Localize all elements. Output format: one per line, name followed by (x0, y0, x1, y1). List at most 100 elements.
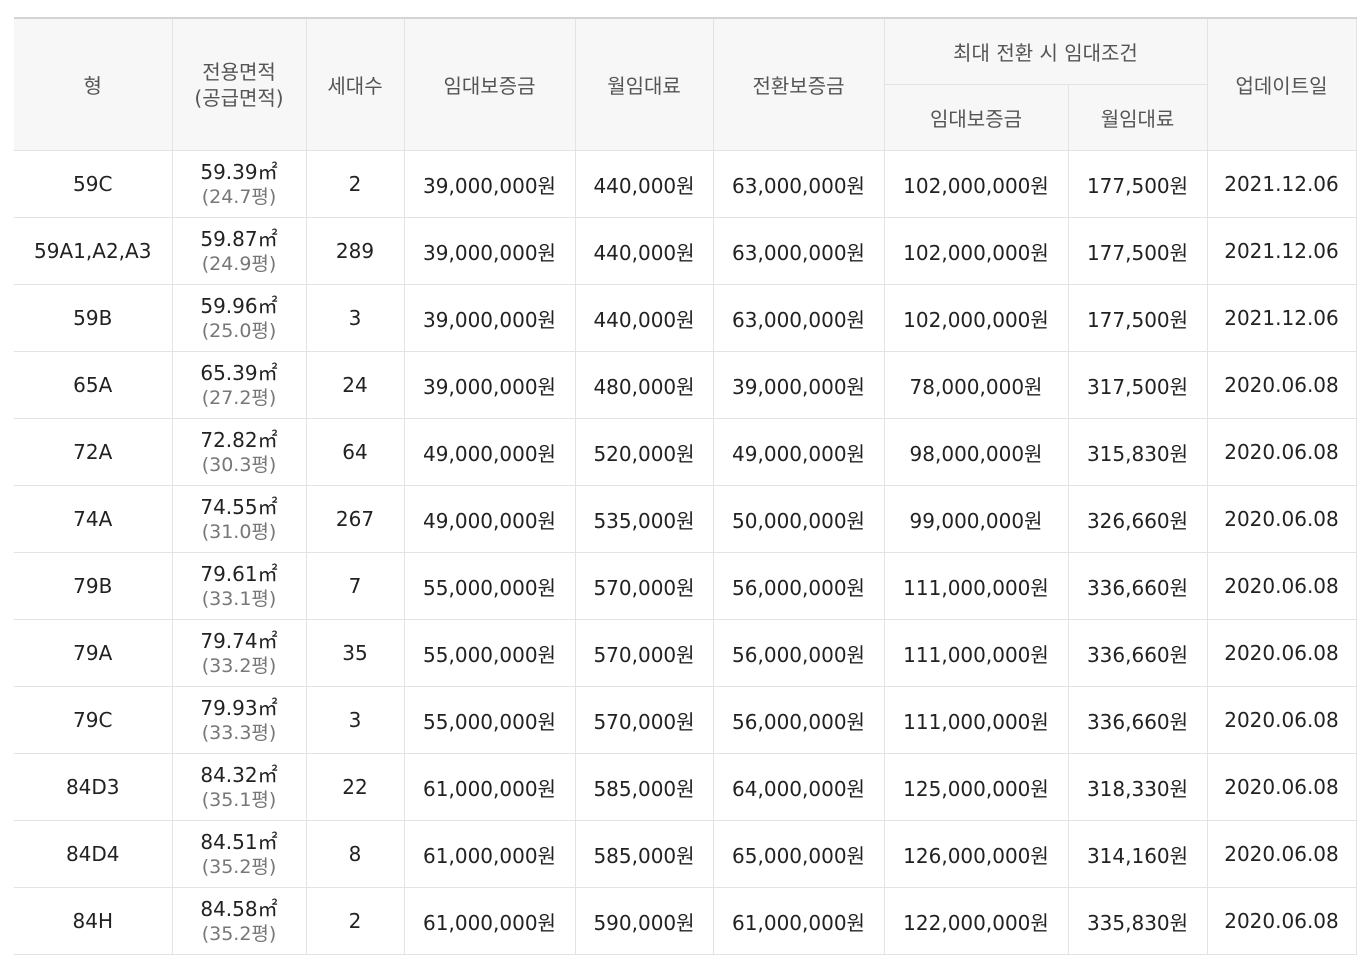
cell-deposit: 55,000,000원 (403, 619, 576, 687)
cell-max-monthly-rent: 314,160원 (1067, 820, 1208, 888)
cell-area: 79.74㎡ (33.2평) (171, 619, 307, 687)
cell-area: 59.87㎡ (24.9평) (171, 217, 307, 285)
area-pyeong: (24.7평) (201, 186, 277, 208)
cell-max-deposit: 102,000,000원 (883, 284, 1069, 352)
header-households: 세대수 (305, 17, 405, 151)
area-sqm: 65.39㎡ (200, 361, 278, 385)
cell-updated: 2020.06.08 (1206, 619, 1357, 687)
table-header: 형 전용면적 (공급면적) 세대수 임대보증금 월임대료 전환보증금 최대 전환… (14, 17, 1357, 151)
cell-households: 22 (305, 753, 405, 821)
table-row: 79A 79.74㎡ (33.2평) 35 55,000,000원 570,000원 56,… (14, 619, 1357, 687)
area-pyeong: (27.2평) (201, 387, 277, 409)
cell-deposit: 61,000,000원 (403, 820, 576, 888)
cell-type: 79B (14, 552, 173, 620)
cell-max-monthly-rent: 177,500원 (1067, 284, 1208, 352)
cell-max-deposit: 111,000,000원 (883, 552, 1069, 620)
cell-deposit: 61,000,000원 (403, 753, 576, 821)
cell-type: 74A (14, 485, 173, 553)
cell-max-deposit: 78,000,000원 (883, 351, 1069, 419)
cell-type: 79A (14, 619, 173, 687)
header-monthly-rent: 월임대료 (574, 17, 714, 151)
cell-max-monthly-rent: 336,660원 (1067, 686, 1208, 754)
cell-households: 267 (305, 485, 405, 553)
cell-households: 2 (305, 887, 405, 955)
area-sqm: 79.93㎡ (200, 696, 278, 720)
cell-conversion-deposit: 63,000,000원 (712, 284, 885, 352)
cell-conversion-deposit: 56,000,000원 (712, 686, 885, 754)
cell-monthly-rent: 590,000원 (574, 887, 714, 955)
header-area-line2: (공급면적) (194, 85, 284, 110)
cell-deposit: 55,000,000원 (403, 552, 576, 620)
cell-deposit: 49,000,000원 (403, 418, 576, 486)
cell-max-monthly-rent: 177,500원 (1067, 150, 1208, 218)
cell-deposit: 39,000,000원 (403, 351, 576, 419)
cell-updated: 2021.12.06 (1206, 217, 1357, 285)
table-row: 84H 84.58㎡ (35.2평) 2 61,000,000원 590,000원 61,0… (14, 887, 1357, 955)
cell-max-monthly-rent: 335,830원 (1067, 887, 1208, 955)
area-sqm: 74.55㎡ (200, 495, 278, 519)
cell-area: 84.51㎡ (35.2평) (171, 820, 307, 888)
cell-area: 65.39㎡ (27.2평) (171, 351, 307, 419)
cell-updated: 2020.06.08 (1206, 418, 1357, 486)
table-row: 59B 59.96㎡ (25.0평) 3 39,000,000원 440,000원 63,0… (14, 284, 1357, 352)
cell-type: 84D4 (14, 820, 173, 888)
cell-deposit: 39,000,000원 (403, 284, 576, 352)
cell-updated: 2020.06.08 (1206, 753, 1357, 821)
cell-conversion-deposit: 50,000,000원 (712, 485, 885, 553)
cell-type: 84D3 (14, 753, 173, 821)
cell-households: 3 (305, 686, 405, 754)
cell-updated: 2020.06.08 (1206, 686, 1357, 754)
area-pyeong: (35.2평) (201, 856, 277, 878)
cell-deposit: 55,000,000원 (403, 686, 576, 754)
cell-households: 64 (305, 418, 405, 486)
cell-households: 289 (305, 217, 405, 285)
table-row: 65A 65.39㎡ (27.2평) 24 39,000,000원 480,000원 39,… (14, 351, 1357, 419)
cell-max-deposit: 125,000,000원 (883, 753, 1069, 821)
area-pyeong: (33.2평) (201, 655, 277, 677)
cell-households: 2 (305, 150, 405, 218)
cell-max-monthly-rent: 326,660원 (1067, 485, 1208, 553)
cell-area: 84.58㎡ (35.2평) (171, 887, 307, 955)
cell-deposit: 61,000,000원 (403, 887, 576, 955)
cell-updated: 2020.06.08 (1206, 485, 1357, 553)
cell-conversion-deposit: 49,000,000원 (712, 418, 885, 486)
cell-area: 59.39㎡ (24.7평) (171, 150, 307, 218)
cell-area: 79.61㎡ (33.1평) (171, 552, 307, 620)
cell-conversion-deposit: 56,000,000원 (712, 552, 885, 620)
cell-households: 7 (305, 552, 405, 620)
cell-households: 35 (305, 619, 405, 687)
cell-conversion-deposit: 65,000,000원 (712, 820, 885, 888)
cell-max-deposit: 111,000,000원 (883, 619, 1069, 687)
header-type: 형 (14, 17, 173, 151)
cell-max-deposit: 102,000,000원 (883, 150, 1069, 218)
cell-households: 8 (305, 820, 405, 888)
cell-deposit: 39,000,000원 (403, 150, 576, 218)
cell-area: 84.32㎡ (35.1평) (171, 753, 307, 821)
cell-area: 72.82㎡ (30.3평) (171, 418, 307, 486)
cell-households: 24 (305, 351, 405, 419)
table-row: 79B 79.61㎡ (33.1평) 7 55,000,000원 570,000원 56,0… (14, 552, 1357, 620)
cell-monthly-rent: 440,000원 (574, 217, 714, 285)
cell-updated: 2021.12.06 (1206, 284, 1357, 352)
cell-type: 79C (14, 686, 173, 754)
cell-monthly-rent: 535,000원 (574, 485, 714, 553)
cell-conversion-deposit: 64,000,000원 (712, 753, 885, 821)
cell-max-monthly-rent: 336,660원 (1067, 552, 1208, 620)
table-row: 72A 72.82㎡ (30.3평) 64 49,000,000원 520,000원 49,… (14, 418, 1357, 486)
cell-conversion-deposit: 56,000,000원 (712, 619, 885, 687)
table-row: 84D4 84.51㎡ (35.2평) 8 61,000,000원 585,000원 65,… (14, 820, 1357, 888)
cell-max-monthly-rent: 336,660원 (1067, 619, 1208, 687)
cell-conversion-deposit: 63,000,000원 (712, 217, 885, 285)
area-pyeong: (33.3평) (201, 722, 277, 744)
cell-updated: 2020.06.08 (1206, 887, 1357, 955)
cell-max-deposit: 126,000,000원 (883, 820, 1069, 888)
cell-monthly-rent: 585,000원 (574, 820, 714, 888)
cell-updated: 2020.06.08 (1206, 351, 1357, 419)
header-max-deposit: 임대보증금 (884, 84, 1069, 151)
cell-monthly-rent: 570,000원 (574, 619, 714, 687)
table-row: 59C 59.39㎡ (24.7평) 2 39,000,000원 440,000원 63,0… (14, 150, 1357, 218)
cell-conversion-deposit: 39,000,000원 (712, 351, 885, 419)
cell-type: 72A (14, 418, 173, 486)
cell-updated: 2020.06.08 (1206, 552, 1357, 620)
cell-type: 59A1,A2,A3 (14, 217, 173, 285)
